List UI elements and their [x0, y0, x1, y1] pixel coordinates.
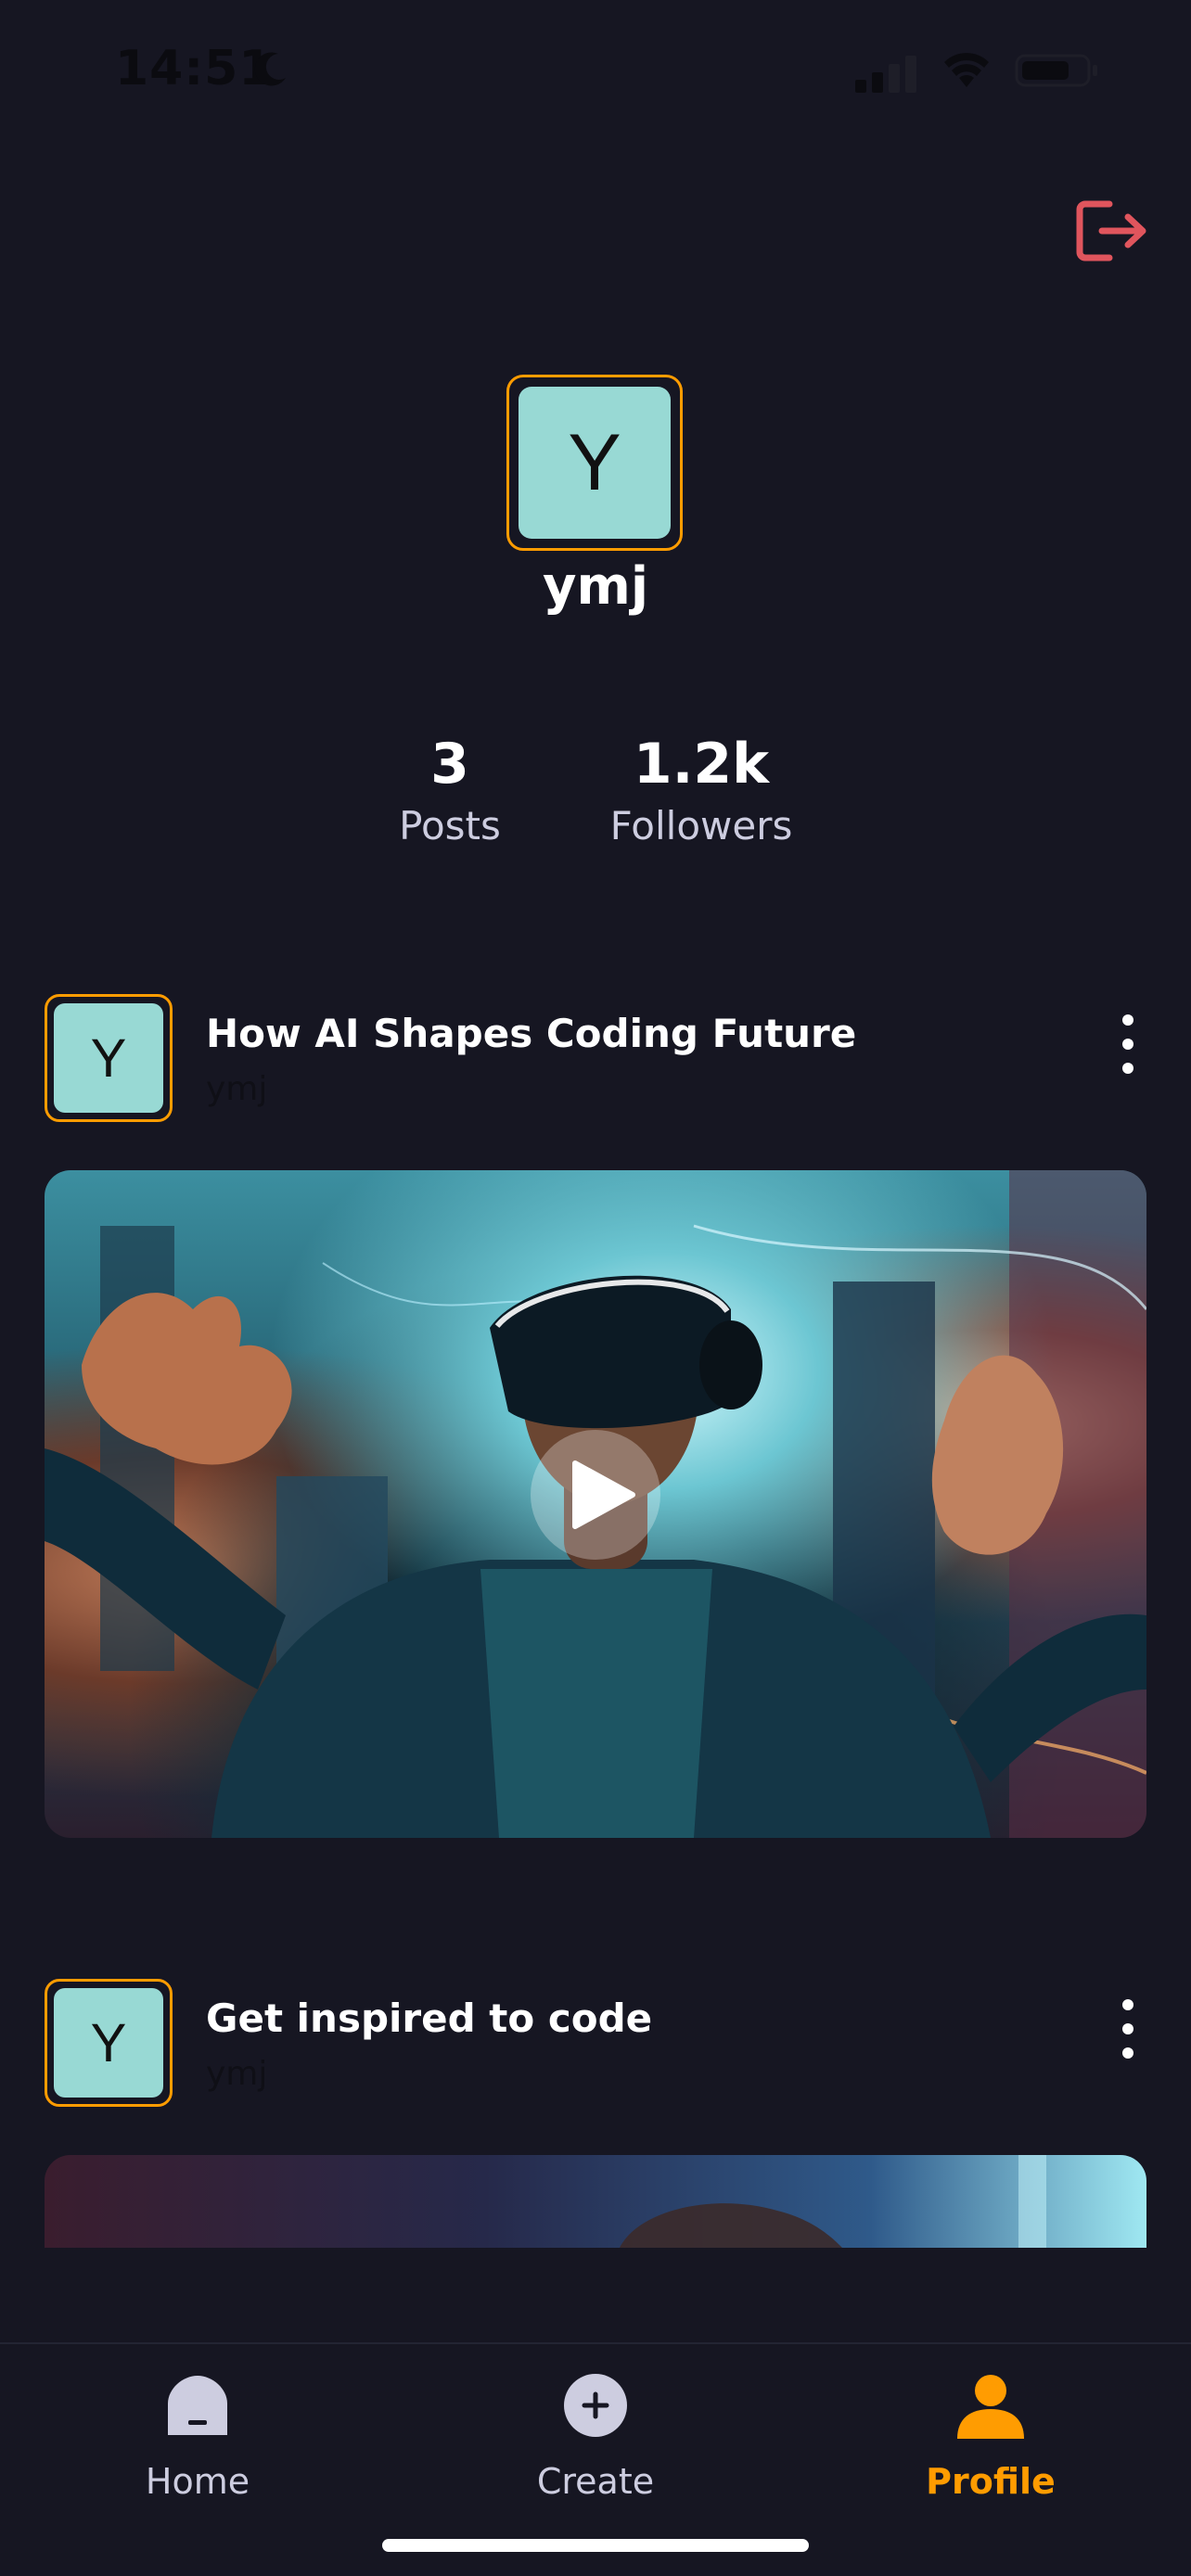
profile-screen: 14:51 Y ymj 3 Posts 1.2k Followers Y How…	[0, 0, 1191, 2576]
home-icon	[168, 2376, 227, 2435]
post-author: ymj	[206, 2055, 268, 2093]
wifi-icon	[944, 53, 989, 87]
post-avatar[interactable]: Y	[45, 994, 173, 1122]
avatar-letter: Y	[54, 1003, 163, 1113]
play-icon[interactable]	[531, 1430, 660, 1560]
posts-stat: 3 Posts	[352, 731, 547, 848]
battery-icon	[1015, 54, 1097, 87]
more-vertical-icon[interactable]	[1117, 1997, 1139, 2060]
logout-icon[interactable]	[1076, 198, 1148, 263]
tab-profile[interactable]: Profile	[852, 2344, 1130, 2530]
posts-count: 3	[430, 732, 469, 797]
coding-inspiration-image	[620, 2155, 1046, 2248]
followers-stat: 1.2k Followers	[594, 731, 809, 848]
avatar-letter: Y	[54, 1988, 163, 2098]
tab-profile-label: Profile	[926, 2461, 1056, 2502]
tab-create[interactable]: Create	[456, 2344, 735, 2530]
post-header: Y How AI Shapes Coding Future ymj	[45, 994, 1146, 1124]
profile-username: ymj	[542, 556, 649, 617]
plus-icon	[564, 2374, 627, 2437]
post-title: How AI Shapes Coding Future	[206, 1011, 857, 1056]
signal-icon	[855, 56, 916, 93]
tab-create-label: Create	[536, 2461, 655, 2502]
post-title: Get inspired to code	[206, 1996, 653, 2041]
post-avatar[interactable]: Y	[45, 1979, 173, 2107]
tab-home-label: Home	[145, 2461, 250, 2502]
avatar-letter: Y	[519, 387, 671, 539]
post-video-thumbnail[interactable]	[45, 1170, 1146, 1838]
followers-label: Followers	[609, 803, 793, 848]
posts-label: Posts	[399, 803, 501, 848]
profile-icon	[957, 2375, 1024, 2439]
post-author: ymj	[206, 1070, 268, 1108]
moon-icon	[254, 52, 286, 86]
home-indicator[interactable]	[382, 2539, 809, 2552]
profile-avatar: Y	[506, 375, 683, 551]
status-bar: 14:51	[0, 0, 1191, 139]
post-video-thumbnail[interactable]	[45, 2155, 1146, 2248]
followers-count: 1.2k	[633, 732, 770, 797]
tab-home[interactable]: Home	[58, 2344, 337, 2530]
post-header: Y Get inspired to code ymj	[45, 1979, 1146, 2109]
more-vertical-icon[interactable]	[1117, 1013, 1139, 1076]
status-time: 14:51	[115, 41, 274, 96]
